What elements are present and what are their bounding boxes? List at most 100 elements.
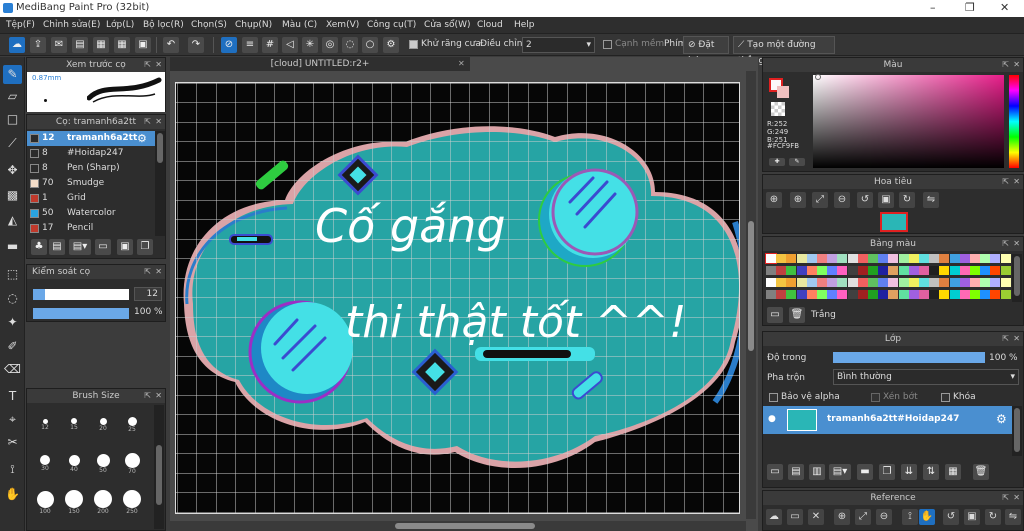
close-button[interactable]: ✕ — [1000, 1, 1009, 14]
palette-swatch[interactable] — [837, 266, 848, 275]
ref-open-icon[interactable]: ▭ — [787, 509, 803, 525]
palette-swatch[interactable] — [949, 254, 960, 263]
snap-parallel-icon[interactable]: ≡ — [242, 37, 258, 53]
delete-layer-icon[interactable]: 🗑 — [973, 464, 989, 480]
brush-list-item[interactable]: 17 Pencil — [27, 221, 165, 236]
layer-transfer-icon[interactable]: ⇅ — [923, 464, 939, 480]
palette-swatch[interactable] — [970, 266, 980, 275]
popout-icon[interactable]: ⇱ — [1002, 60, 1009, 69]
palette-swatch[interactable] — [939, 278, 950, 287]
ref-rotate-left-icon[interactable]: ↺ — [943, 509, 959, 525]
zoom-minus-icon[interactable]: ⊖ — [834, 192, 850, 208]
comment-icon[interactable]: ✉ — [51, 37, 67, 53]
snap-settings-icon[interactable]: ⚙ — [383, 37, 399, 53]
palette-swatch[interactable] — [776, 290, 787, 299]
brush-copy-icon[interactable]: ❐ — [137, 239, 153, 255]
palette-swatch[interactable] — [888, 278, 899, 287]
palette-swatch[interactable] — [939, 254, 950, 263]
popout-icon[interactable]: ⇱ — [144, 267, 151, 276]
flip-icon[interactable]: ⇋ — [923, 192, 939, 208]
duplicate-layer-icon[interactable]: ❐ — [879, 464, 895, 480]
palette-swatch[interactable] — [959, 266, 970, 275]
drawing-canvas[interactable]: Cố gắng thi thật tốt ^^! — [175, 82, 740, 514]
document-tab[interactable]: [cloud] UNTITLED:r2+ — [170, 57, 470, 71]
eraser-tool-icon[interactable]: ▱ — [3, 87, 22, 106]
palette-swatch[interactable] — [970, 254, 980, 263]
palette-swatch[interactable] — [857, 278, 868, 287]
brush-list-item[interactable]: 50 Watercolor — [27, 206, 165, 221]
palette-swatch[interactable] — [878, 266, 889, 275]
new-halftone-layer-icon[interactable]: ▤ — [788, 464, 804, 480]
menu-layer[interactable]: Lớp(L) — [106, 20, 134, 30]
antialias-checkbox[interactable] — [409, 40, 418, 49]
palette-swatch[interactable] — [959, 290, 970, 299]
brush-size-option[interactable]: 50 — [88, 444, 118, 482]
menu-tools[interactable]: Công cụ(T) — [367, 20, 416, 30]
popout-icon[interactable]: ⇱ — [144, 391, 151, 400]
popout-icon[interactable]: ⇱ — [1002, 177, 1009, 186]
palette-swatch[interactable] — [827, 290, 838, 299]
popout-icon[interactable]: ⇱ — [1002, 493, 1009, 502]
palette-swatch[interactable] — [827, 278, 838, 287]
ref-cloud-icon[interactable]: ☁ — [766, 509, 782, 525]
layer-row[interactable]: ● tramanh6a2tt#Hoidap247 ⚙ — [763, 406, 1013, 434]
brush-menu-icon[interactable]: ▤ — [49, 239, 65, 255]
ref-rotate-right-icon[interactable]: ↻ — [985, 509, 1001, 525]
palette-swatch[interactable] — [980, 290, 991, 299]
palette-swatch[interactable] — [1000, 254, 1011, 263]
palette-swatch[interactable] — [908, 290, 919, 299]
move-tool-icon[interactable]: ✥ — [3, 161, 22, 180]
select-eraser-icon[interactable]: ⌫ — [3, 360, 22, 379]
palette-swatches[interactable] — [765, 253, 1011, 302]
palette-swatch[interactable] — [1000, 266, 1011, 275]
color-saturation-field[interactable] — [813, 75, 1004, 168]
popout-icon[interactable]: ⇱ — [144, 117, 151, 126]
palette-swatch[interactable] — [949, 278, 960, 287]
brush-size-value[interactable]: 12 — [134, 287, 162, 301]
color-picker-cursor[interactable] — [815, 74, 821, 80]
brush-size-option[interactable]: 200 — [88, 483, 118, 521]
close-icon[interactable]: ✕ — [1013, 239, 1020, 248]
divide-tool-icon[interactable]: ✂ — [3, 433, 22, 452]
palette-swatch[interactable] — [929, 290, 940, 299]
menu-cloud[interactable]: Cloud — [477, 20, 503, 30]
ref-zoom-out-icon[interactable]: ⊖ — [876, 509, 892, 525]
close-icon[interactable]: ✕ — [1013, 60, 1020, 69]
eyedropper-icon[interactable]: ⟟ — [3, 460, 22, 479]
palette-swatch[interactable] — [786, 266, 797, 275]
palette-swatch[interactable] — [837, 290, 848, 299]
brush-size-option[interactable]: 100 — [30, 483, 60, 521]
palette-swatch[interactable] — [837, 254, 848, 263]
palette-swatch[interactable] — [980, 254, 991, 263]
brush-size-option[interactable]: 25 — [117, 405, 147, 443]
palette-swatch[interactable] — [990, 266, 1001, 275]
brush-list-item[interactable]: 12 tramanh6a2tt ⚙ — [27, 131, 165, 146]
palette-swatch[interactable] — [878, 290, 889, 299]
menu-color[interactable]: Màu (C) — [282, 20, 317, 30]
palette-swatch[interactable] — [1000, 290, 1011, 299]
lock-checkbox[interactable] — [941, 393, 950, 402]
palette-swatch[interactable] — [786, 278, 797, 287]
brush-size-option[interactable]: 40 — [59, 444, 89, 482]
snap-curve-icon[interactable]: ◌ — [342, 37, 358, 53]
secondary-color-swatch[interactable] — [777, 86, 789, 98]
palette-swatch[interactable] — [939, 290, 950, 299]
brush-size-option[interactable]: 250 — [117, 483, 147, 521]
palette-swatch[interactable] — [796, 266, 807, 275]
transparent-swatch[interactable] — [771, 102, 785, 116]
select-tool-icon[interactable]: ⬚ — [3, 265, 22, 284]
ref-flip-icon[interactable]: ⇋ — [1005, 509, 1021, 525]
ref-zoom-in-icon[interactable]: ⊕ — [834, 509, 850, 525]
palette-swatch[interactable] — [857, 266, 868, 275]
palette-swatch[interactable] — [837, 278, 848, 287]
palette-swatch[interactable] — [970, 290, 980, 299]
palette-swatch[interactable] — [857, 254, 868, 263]
zoom-in-icon[interactable]: ⊕ — [766, 192, 782, 208]
popout-icon[interactable]: ⇱ — [1002, 239, 1009, 248]
palette-swatch[interactable] — [919, 290, 929, 299]
brush-size-option[interactable]: 150 — [59, 483, 89, 521]
select-pen-icon[interactable]: ✐ — [3, 337, 22, 356]
palette-swatch[interactable] — [786, 290, 797, 299]
menu-file[interactable]: Tệp(F) — [6, 20, 35, 30]
close-icon[interactable]: ✕ — [155, 391, 162, 400]
